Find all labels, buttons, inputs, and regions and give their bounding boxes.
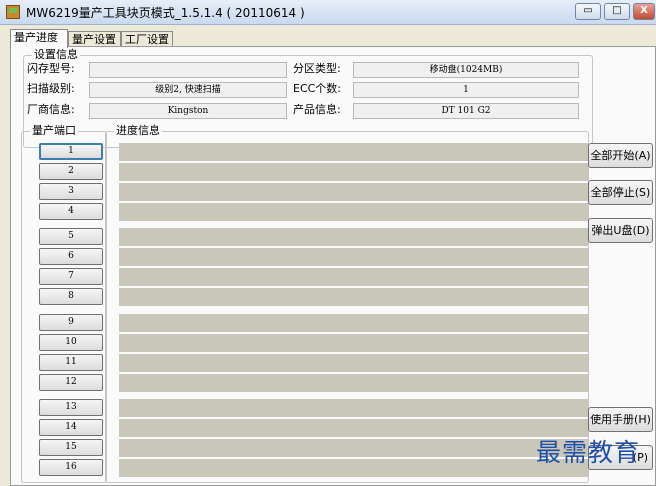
port-button-14[interactable]: 14 <box>39 419 103 436</box>
port-button-3[interactable]: 3 <box>39 183 103 200</box>
port-button-7[interactable]: 7 <box>39 268 103 285</box>
progress-bar-10 <box>119 334 589 352</box>
tab-production-settings[interactable]: 量产设置 <box>68 31 121 47</box>
progress-bar-1 <box>119 143 589 161</box>
stop-all-button[interactable]: 全部停止(S) <box>588 180 653 205</box>
partition-type-field: 移动盘(1024MB) <box>353 62 579 78</box>
minimize-button[interactable]: ▭ <box>575 3 601 20</box>
tab-progress[interactable]: 量产进度 <box>10 29 68 48</box>
progress-bar-11 <box>119 354 589 372</box>
port-button-12[interactable]: 12 <box>39 374 103 391</box>
product-label: 产品信息: <box>293 103 341 116</box>
progress-bar-5 <box>119 228 589 246</box>
close-button[interactable]: X <box>633 3 655 20</box>
progress-bar-15 <box>119 439 589 457</box>
progress-group-label: 进度信息 <box>114 124 162 137</box>
app-icon <box>6 5 20 19</box>
progress-bar-2 <box>119 163 589 181</box>
settings-group-label: 设置信息 <box>32 48 80 61</box>
user-manual-button[interactable]: 使用手册(H) <box>588 407 653 432</box>
progress-bar-9 <box>119 314 589 332</box>
tab-panel: 设置信息 闪存型号: 分区类型: 移动盘(1024MB) 扫描级别: 级别2, … <box>10 46 656 486</box>
ports-group-label: 量产端口 <box>30 124 78 137</box>
window-body: 量产进度 量产设置 工厂设置 设置信息 闪存型号: 分区类型: 移动盘(1024… <box>0 25 656 486</box>
port-button-15[interactable]: 15 <box>39 439 103 456</box>
progress-bar-4 <box>119 203 589 221</box>
port-button-8[interactable]: 8 <box>39 288 103 305</box>
progress-bar-6 <box>119 248 589 266</box>
progress-bar-12 <box>119 374 589 392</box>
title-bar: MW6219量产工具块页模式_1.5.1.4 ( 20110614 ) ▭ □ … <box>0 0 656 25</box>
ecc-count-field: 1 <box>353 82 579 98</box>
progress-bar-8 <box>119 288 589 306</box>
ecc-count-label: ECC个数: <box>293 82 342 95</box>
start-all-button[interactable]: 全部开始(A) <box>588 143 653 168</box>
scan-level-label: 扫描级别: <box>27 82 75 95</box>
progress-bar-16 <box>119 459 589 477</box>
progress-bar-14 <box>119 419 589 437</box>
partition-type-label: 分区类型: <box>293 62 341 75</box>
port-button-1[interactable]: 1 <box>39 143 103 160</box>
port-button-4[interactable]: 4 <box>39 203 103 220</box>
port-button-13[interactable]: 13 <box>39 399 103 416</box>
watermark-text: 最需教育 <box>536 438 641 467</box>
port-button-5[interactable]: 5 <box>39 228 103 245</box>
flash-model-label: 闪存型号: <box>27 62 75 75</box>
maximize-button[interactable]: □ <box>604 3 630 20</box>
port-button-16[interactable]: 16 <box>39 459 103 476</box>
progress-bar-13 <box>119 399 589 417</box>
product-field: DT 101 G2 <box>353 103 579 119</box>
scan-level-field: 级别2, 快速扫描 <box>89 82 287 98</box>
eject-usb-button[interactable]: 弹出U盘(D) <box>588 218 653 243</box>
vendor-field: Kingston <box>89 103 287 119</box>
progress-bar-3 <box>119 183 589 201</box>
port-button-2[interactable]: 2 <box>39 163 103 180</box>
port-button-6[interactable]: 6 <box>39 248 103 265</box>
vendor-label: 厂商信息: <box>27 103 75 116</box>
progress-bar-7 <box>119 268 589 286</box>
tab-factory-settings[interactable]: 工厂设置 <box>121 31 173 47</box>
port-button-11[interactable]: 11 <box>39 354 103 371</box>
port-button-10[interactable]: 10 <box>39 334 103 351</box>
window-title: MW6219量产工具块页模式_1.5.1.4 ( 20110614 ) <box>26 6 305 20</box>
port-button-9[interactable]: 9 <box>39 314 103 331</box>
flash-model-field <box>89 62 287 78</box>
